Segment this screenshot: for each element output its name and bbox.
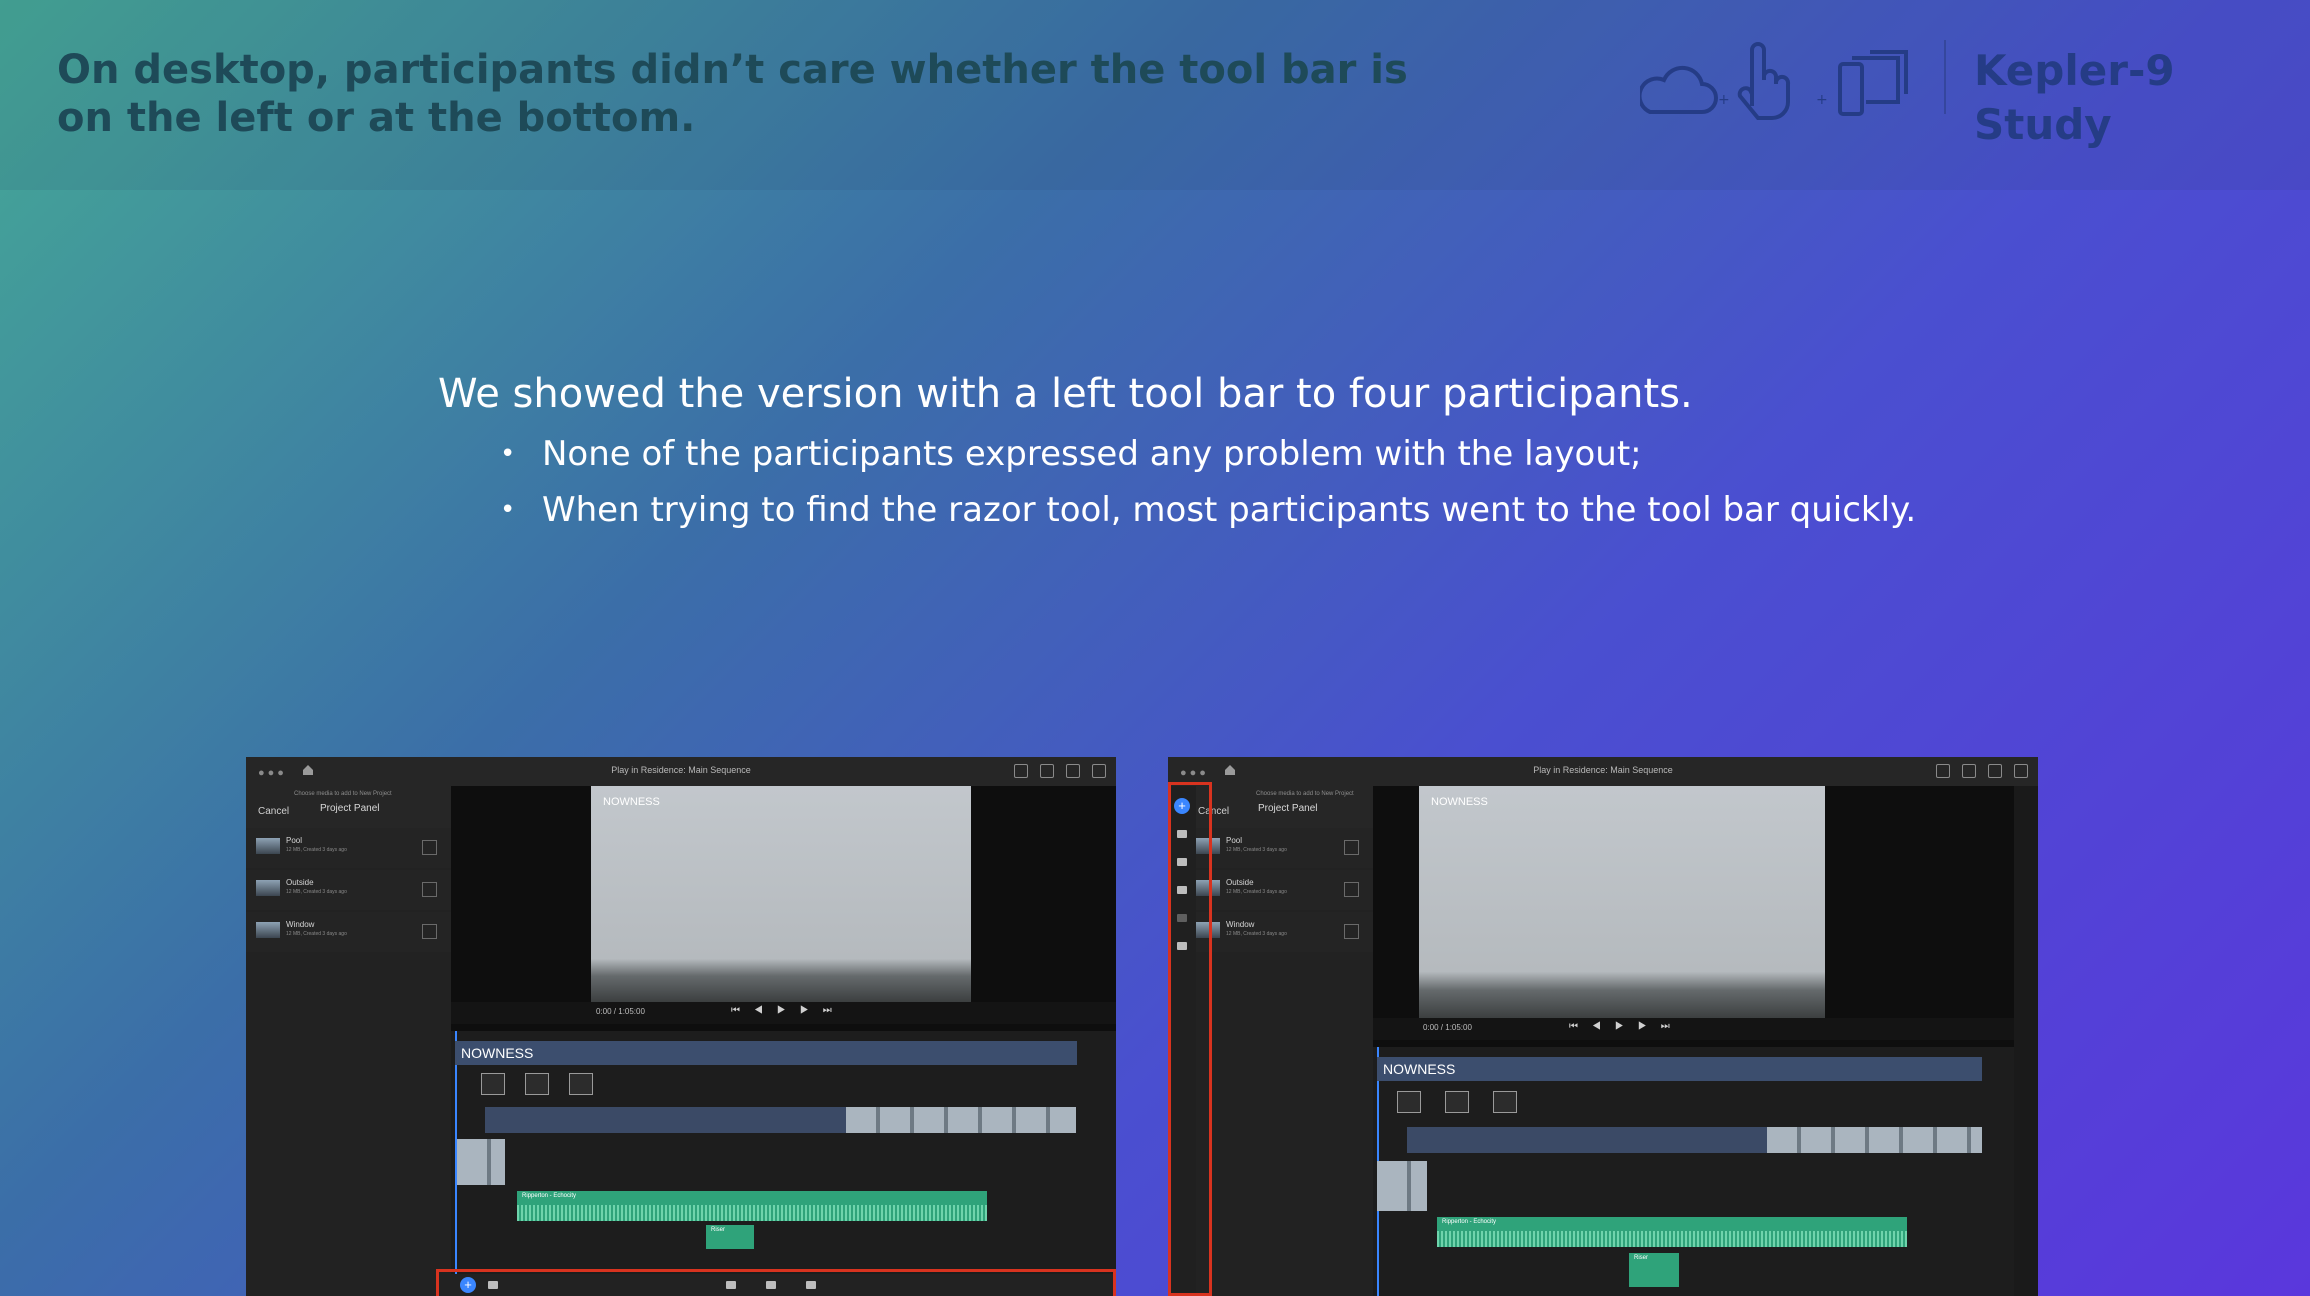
- video-clip[interactable]: [846, 1107, 1076, 1133]
- video-preview[interactable]: NOWNESS: [1419, 786, 1825, 1018]
- panel-header: Choose media to add to New Project Cance…: [246, 786, 451, 828]
- panel-header: Choose media to add to New Project Cance…: [1196, 786, 1373, 828]
- brand-divider: [1944, 40, 1946, 114]
- video-preview[interactable]: NOWNESS: [591, 786, 971, 1002]
- bullet-item: • None of the participants expressed any …: [438, 426, 1938, 482]
- highlight-box: [436, 1269, 1116, 1296]
- titlebar-actions: [1014, 764, 1106, 778]
- graphic-clip-icon[interactable]: [1397, 1091, 1421, 1113]
- devices-icon: [1838, 50, 1908, 116]
- project-panel: Choose media to add to New Project Cance…: [1196, 786, 1373, 1296]
- svg-text:+: +: [1718, 92, 1730, 108]
- bullet-dot-icon: •: [500, 439, 516, 469]
- playback-controls-icon[interactable]: ⏮◀▶▶⏭: [1569, 1021, 1684, 1032]
- comment-icon[interactable]: [1962, 764, 1976, 778]
- graphic-clip-icon[interactable]: [569, 1073, 593, 1095]
- screenshot-left-toolbar: ●●● Play in Residence: Main Sequence + C…: [1168, 757, 2038, 1296]
- project-panel: Choose media to add to New Project Cance…: [246, 786, 451, 1296]
- audio-clip[interactable]: Ripperton - Echocity: [517, 1191, 987, 1221]
- svg-text:+: +: [1816, 92, 1828, 108]
- titlebar-actions: [1936, 764, 2028, 778]
- search-icon[interactable]: [2014, 764, 2028, 778]
- share-icon[interactable]: [1988, 764, 2002, 778]
- media-item[interactable]: Pool 12 MB, Created 3 days ago: [246, 828, 451, 868]
- bullet-dot-icon: •: [500, 495, 516, 525]
- video-clip[interactable]: [1767, 1127, 1982, 1153]
- choose-media-hint: Choose media to add to New Project: [1256, 791, 1354, 797]
- select-checkbox[interactable]: [1344, 882, 1359, 897]
- media-item[interactable]: Pool 12 MB, Created 3 days ago: [1196, 828, 1373, 868]
- graphic-clip-icon[interactable]: [1493, 1091, 1517, 1113]
- select-checkbox[interactable]: [1344, 924, 1359, 939]
- audio-clip[interactable]: Riser: [1629, 1253, 1679, 1287]
- properties-rail: [2014, 786, 2038, 1296]
- bullet-item: • When trying to find the razor tool, mos…: [438, 482, 1938, 538]
- panel-title: Project Panel: [320, 803, 380, 814]
- transport-bar: 0:00 / 1:05:00 ⏮◀▶▶⏭: [451, 1002, 1116, 1024]
- select-checkbox[interactable]: [1344, 840, 1359, 855]
- audio-clip[interactable]: Riser: [706, 1225, 754, 1249]
- media-item[interactable]: Outside 12 MB, Created 3 days ago: [1196, 870, 1373, 910]
- document-title[interactable]: Play in Residence: Main Sequence: [246, 765, 1116, 775]
- titlebar: ●●● Play in Residence: Main Sequence: [1168, 757, 2038, 786]
- choose-media-hint: Choose media to add to New Project: [294, 791, 392, 797]
- document-title[interactable]: Play in Residence: Main Sequence: [1168, 765, 2038, 775]
- transport-bar: 0:00 / 1:05:00 ⏮◀▶▶⏭: [1373, 1018, 2014, 1040]
- video-clip[interactable]: [457, 1139, 505, 1185]
- program-monitor: NOWNESS 0:00 / 1:05:00 ⏮◀▶▶⏭: [1373, 786, 2014, 1062]
- brand-name: Kepler-9 Study: [1974, 46, 2175, 149]
- media-item[interactable]: Window 12 MB, Created 3 days ago: [246, 912, 451, 952]
- timecode: 0:00 / 1:05:00: [596, 1007, 645, 1016]
- screenshot-bottom-toolbar: ●●● Play in Residence: Main Sequence Cho…: [246, 757, 1116, 1296]
- select-checkbox[interactable]: [422, 924, 437, 939]
- video-clip[interactable]: [1377, 1161, 1427, 1211]
- content: We showed the version with a left tool b…: [438, 362, 1938, 538]
- playback-controls-icon[interactable]: ⏮◀▶▶⏭: [731, 1005, 846, 1016]
- media-thumbnail: [256, 922, 280, 938]
- timeline[interactable]: NOWNESS Ripperton - Echocity Riser: [451, 1031, 1116, 1274]
- graphic-clip-icon[interactable]: [1445, 1091, 1469, 1113]
- cancel-button[interactable]: Cancel: [258, 806, 289, 817]
- slide-title: On desktop, participants didn’t care whe…: [57, 47, 1408, 141]
- media-item[interactable]: Outside 12 MB, Created 3 days ago: [246, 870, 451, 910]
- comment-icon[interactable]: [1040, 764, 1054, 778]
- timecode: 0:00 / 1:05:00: [1423, 1023, 1472, 1032]
- share-icon[interactable]: [1066, 764, 1080, 778]
- select-checkbox[interactable]: [422, 882, 437, 897]
- titlebar: ●●● Play in Residence: Main Sequence: [246, 757, 1116, 786]
- undo-icon[interactable]: [1936, 764, 1950, 778]
- highlight-box: [1168, 782, 1212, 1296]
- media-thumbnail: [256, 880, 280, 896]
- media-thumbnail: [256, 838, 280, 854]
- audio-clip[interactable]: Ripperton - Echocity: [1437, 1217, 1907, 1247]
- cloud-icon: [1640, 65, 1718, 114]
- panel-title: Project Panel: [1258, 803, 1318, 814]
- program-monitor: NOWNESS 0:00 / 1:05:00 ⏮◀▶▶⏭: [451, 786, 1116, 1046]
- select-checkbox[interactable]: [422, 840, 437, 855]
- touch-hand-icon: [1737, 42, 1791, 120]
- timeline[interactable]: NOWNESS Ripperton - Echocity Riser: [1373, 1047, 2014, 1296]
- lead-text: We showed the version with a left tool b…: [438, 371, 1693, 417]
- brand-icons: + +: [1640, 42, 1908, 120]
- search-icon[interactable]: [1092, 764, 1106, 778]
- title-track[interactable]: NOWNESS: [455, 1041, 1077, 1065]
- undo-icon[interactable]: [1014, 764, 1028, 778]
- graphic-clip-icon[interactable]: [481, 1073, 505, 1095]
- title-track[interactable]: NOWNESS: [1377, 1057, 1982, 1081]
- media-item[interactable]: Window 12 MB, Created 3 days ago: [1196, 912, 1373, 952]
- bullet-list: • None of the participants expressed any …: [438, 426, 1938, 538]
- graphic-clip-icon[interactable]: [525, 1073, 549, 1095]
